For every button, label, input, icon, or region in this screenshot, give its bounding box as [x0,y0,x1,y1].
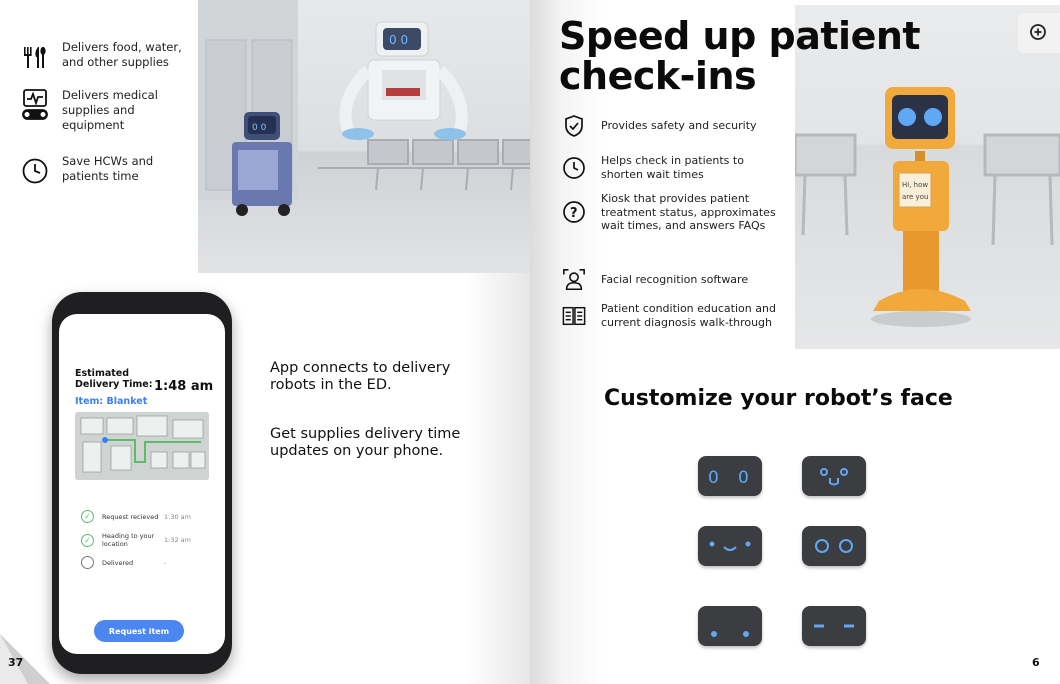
page-number: 37 [8,656,24,669]
right-page: Hi, how are you Speed up patient check-i… [530,0,1060,684]
feature-safety: Provides safety and security [562,114,781,138]
svg-text:0 0: 0 0 [389,33,408,47]
feature-kiosk: ? Kiosk that provides patient treatment … [562,192,781,233]
svg-text:0: 0 [708,468,719,488]
feature-text: Helps check in patients to shorten wait … [601,154,744,181]
face-option-4[interactable] [802,526,866,566]
zoom-button[interactable] [1018,13,1060,53]
customize-title: Customize your robot’s face [604,386,953,411]
feature-facial: Facial recognition software [562,268,781,292]
face-option-3[interactable] [698,526,762,566]
request-item-button[interactable]: Request item [94,620,184,642]
clock-icon [18,154,52,188]
status-step: ✓ Request recieved 1:30 am [81,510,191,523]
svg-text:0 0: 0 0 [252,123,267,133]
feature-text: Facial recognition software [601,273,749,287]
floor-map[interactable] [75,412,209,480]
face-option-1[interactable]: 0 0 [698,456,762,496]
svg-text:?: ? [570,206,578,221]
feature-education: Patient condition education and current … [562,302,781,329]
feature-medical: Delivers medical supplies and equipment [18,88,190,133]
face-scan-icon [562,268,586,292]
feature-text: Delivers medical supplies and equipment [62,88,158,132]
check-icon: ✓ [81,533,94,547]
status-step: Delivered - [81,556,166,569]
feature-text: Delivers food, water, and other supplies [62,40,182,69]
page-title: Speed up patient check-ins [559,14,921,98]
utensils-icon [18,40,52,74]
clock-icon [562,156,586,180]
check-icon: ✓ [81,510,94,523]
question-icon: ? [562,200,586,224]
feature-checkin: Helps check in patients to shorten wait … [562,154,781,181]
feature-text: Provides safety and security [601,119,757,133]
open-book-icon [562,304,586,328]
phone-screen: Estimated Delivery Time: 1:48 am Item: B… [59,314,225,654]
svg-text:are you: are you [902,193,928,201]
feature-text: Patient condition education and current … [601,302,776,329]
empty-circle-icon [81,556,94,569]
feature-time: Save HCWs and patients time [18,154,190,188]
medical-monitor-icon [18,88,52,122]
app-updates-text: Get supplies delivery time updates on yo… [270,426,461,459]
estimated-label: Estimated Delivery Time: [75,368,153,390]
face-option-6[interactable] [802,606,866,646]
face-option-2[interactable] [802,456,866,496]
feature-food: Delivers food, water, and other supplies [18,40,190,74]
svg-text:Hi, how: Hi, how [902,181,928,189]
face-option-5[interactable] [698,606,762,646]
feature-text: Kiosk that provides patient treatment st… [601,192,776,232]
svg-text:0: 0 [738,468,749,488]
zoom-in-icon [1030,24,1046,40]
app-description: App connects to delivery robots in the E… [270,360,451,393]
left-page: Delivers food, water, and other supplies… [0,0,530,684]
status-step: ✓ Heading to your location 1:32 am [81,532,191,548]
estimated-time: 1:48 am [154,379,214,394]
feature-text: Save HCWs and patients time [62,154,154,183]
delivery-robots-render: 0 0 0 0 [198,0,530,273]
item-label: Item: Blanket [75,396,148,407]
shield-check-icon [562,114,586,138]
phone-mockup: Estimated Delivery Time: 1:48 am Item: B… [52,292,232,674]
page-number: 6 [1032,656,1040,669]
